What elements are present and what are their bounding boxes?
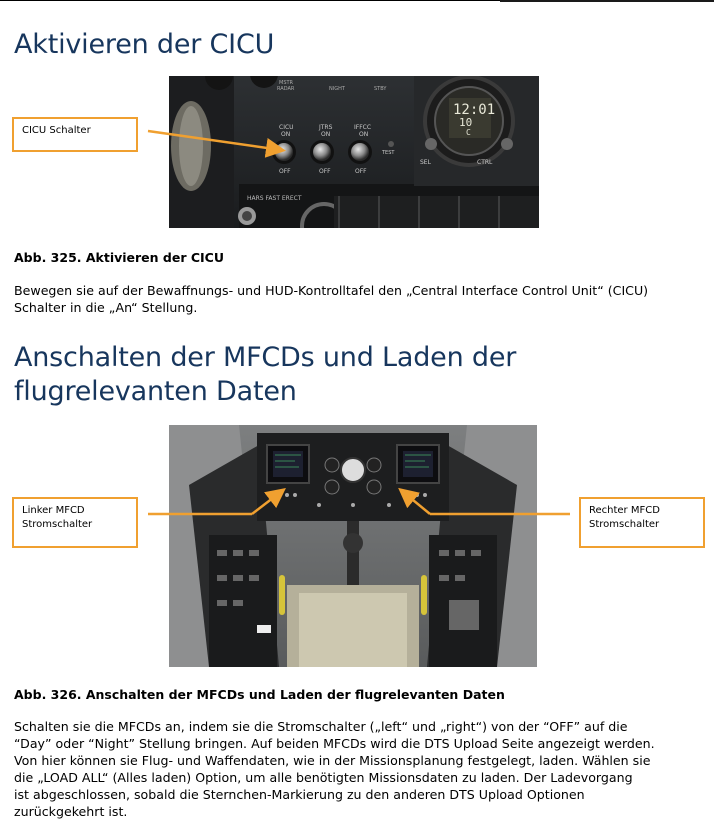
header-rule-right — [500, 0, 714, 2]
cicu-label: CICU — [279, 124, 294, 131]
callout-left-mfcd: Linker MFCD Stromschalter — [12, 497, 138, 548]
svg-text:STBY: STBY — [374, 86, 387, 92]
svg-text:NIGHT: NIGHT — [329, 86, 346, 92]
svg-text:RADAR: RADAR — [277, 86, 295, 92]
svg-text:ON: ON — [321, 131, 330, 138]
svg-text:OFF: OFF — [279, 168, 291, 175]
svg-text:SEL: SEL — [420, 159, 432, 166]
svg-text:IFFCC: IFFCC — [354, 124, 371, 131]
callout-cicu-switch: CICU Schalter — [12, 117, 138, 152]
svg-text:C: C — [466, 128, 471, 137]
callout-right-mfcd: Rechter MFCD Stromschalter — [579, 497, 705, 548]
svg-text:OFF: OFF — [319, 168, 331, 175]
svg-text:TEST: TEST — [381, 150, 395, 156]
svg-text:ON: ON — [359, 131, 368, 138]
svg-text:OFF: OFF — [355, 168, 367, 175]
svg-text:JTRS: JTRS — [318, 124, 333, 131]
svg-text:CTRL: CTRL — [477, 159, 493, 166]
svg-text:HARS FAST ERECT: HARS FAST ERECT — [247, 195, 302, 202]
paragraph-mfcd: Schalten sie die MFCDs an, indem sie die… — [14, 719, 655, 819]
figure-caption-325: Abb. 325. Aktivieren der CICU — [14, 250, 225, 265]
svg-text:ON: ON — [281, 131, 290, 138]
figure-caption-326: Abb. 326. Anschalten der MFCDs und Laden… — [14, 687, 505, 702]
header-rule — [0, 0, 500, 1]
callout-cicu-text: CICU Schalter — [22, 125, 91, 136]
section-title-cicu: Aktivieren der CICU — [14, 29, 275, 60]
paragraph-cicu: Bewegen sie auf der Bewaffnungs- und HUD… — [14, 283, 649, 315]
cicu-panel-screenshot: MSTR RADAR NIGHT STBY CICU ON JTRS ON IF… — [169, 76, 539, 228]
cicu-toggle — [275, 143, 293, 161]
cockpit-screenshot — [169, 425, 537, 667]
section-title-mfcd: Anschalten der MFCDs und Laden der flugr… — [14, 342, 517, 407]
